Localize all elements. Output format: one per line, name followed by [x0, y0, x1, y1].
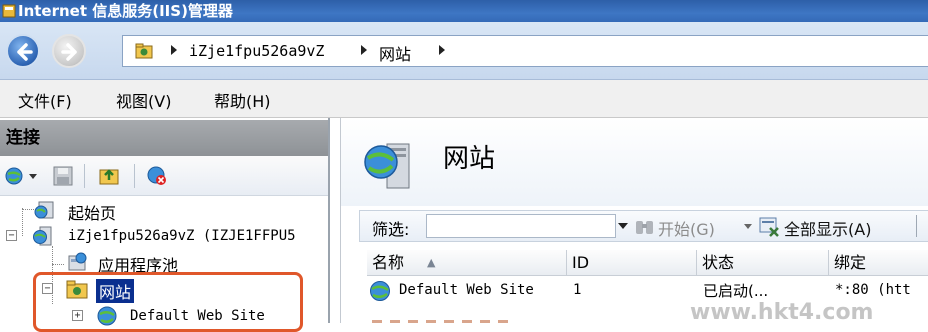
menu-file[interactable]: 文件(F)	[18, 88, 72, 112]
arrow-left-icon	[17, 43, 33, 61]
start-page-icon	[34, 201, 54, 219]
arrow-right-icon	[61, 43, 77, 61]
dropdown-arrow-icon[interactable]	[29, 174, 37, 179]
title-bar: Internet 信息服务(IIS)管理器	[0, 0, 928, 22]
toolbar-divider	[134, 164, 135, 188]
toolbar-divider	[84, 164, 85, 188]
sites-globe-server-icon	[364, 143, 410, 189]
column-label: 绑定	[834, 253, 867, 272]
menu-help[interactable]: 帮助(H)	[214, 88, 271, 112]
save-icon[interactable]	[52, 165, 74, 187]
tree-line	[22, 209, 34, 210]
content-panel: 网站 筛选: 开始(G) 全部显示(A) 名称 ▲ ID 状态 绑定 Defau…	[340, 118, 928, 323]
filter-start-button[interactable]: 开始(G)	[658, 216, 715, 240]
connections-header: 连接	[0, 120, 328, 156]
watermark: www.hkt4.com	[690, 300, 874, 325]
toolbar-divider	[916, 215, 917, 237]
menu-view[interactable]: 视图(V)	[116, 88, 171, 112]
column-header-status[interactable]: 状态	[697, 250, 829, 276]
content-header: 网站	[341, 118, 928, 206]
dropdown-arrow-icon[interactable]	[744, 224, 752, 229]
binoculars-icon	[636, 221, 653, 234]
tree-line	[52, 264, 64, 265]
window-title: Internet 信息服务(IIS)管理器	[18, 2, 233, 20]
menu-bar: 文件(F) 视图(V) 帮助(H)	[0, 80, 928, 118]
breadcrumb-sites[interactable]: 网站	[379, 41, 411, 65]
site-folder-icon	[135, 43, 153, 59]
tree-item-label: iZje1fpu526a9vZ (IZJE1FFPU5	[68, 228, 296, 244]
column-header-name[interactable]: 名称 ▲	[367, 250, 567, 276]
forward-button[interactable]	[52, 34, 86, 68]
cell-id: 1	[573, 282, 582, 298]
server-icon	[33, 226, 52, 246]
breadcrumb-separator-icon	[361, 45, 367, 55]
iis-app-icon	[2, 4, 16, 18]
breadcrumb-server[interactable]: iZje1fpu526a9vZ	[189, 42, 324, 60]
connect-globe-icon[interactable]	[4, 165, 26, 187]
show-all-icon	[759, 217, 779, 237]
table-header: 名称 ▲ ID 状态 绑定	[367, 250, 928, 276]
column-label: 状态	[702, 253, 735, 272]
column-label: ID	[572, 253, 590, 272]
cell-binding: *:80 (htt	[835, 282, 911, 298]
filter-input[interactable]	[426, 214, 616, 238]
column-label: 名称	[372, 253, 405, 272]
cell-name: Default Web Site	[399, 282, 534, 298]
page-title: 网站	[443, 144, 496, 174]
column-header-binding[interactable]: 绑定	[829, 250, 928, 276]
disconnect-icon[interactable]	[146, 165, 168, 187]
tree-item-label: 起始页	[68, 204, 117, 223]
up-folder-icon[interactable]	[98, 165, 120, 187]
address-breadcrumb[interactable]: iZje1fpu526a9vZ 网站	[122, 35, 928, 67]
highlight-annotation	[33, 272, 303, 332]
app-pool-icon	[68, 252, 87, 271]
filter-dropdown-icon[interactable]	[618, 223, 628, 229]
column-header-id[interactable]: ID	[567, 250, 697, 276]
show-all-button[interactable]: 全部显示(A)	[784, 216, 871, 240]
connections-toolbar	[0, 156, 328, 196]
address-bar: iZje1fpu526a9vZ 网站	[0, 22, 928, 80]
back-button[interactable]	[6, 34, 40, 68]
tree-item-server[interactable]: − iZje1fpu526a9vZ (IZJE1FFPU5	[6, 224, 330, 248]
collapse-icon[interactable]: −	[6, 230, 17, 241]
cell-status: 已启动(...	[703, 282, 769, 300]
breadcrumb-separator-icon	[171, 45, 177, 55]
breadcrumb-separator-icon	[439, 45, 445, 55]
filter-bar: 筛选: 开始(G) 全部显示(A)	[359, 210, 928, 242]
sort-ascending-icon: ▲	[427, 256, 436, 269]
globe-icon	[370, 281, 390, 301]
filter-label: 筛选:	[372, 220, 410, 239]
